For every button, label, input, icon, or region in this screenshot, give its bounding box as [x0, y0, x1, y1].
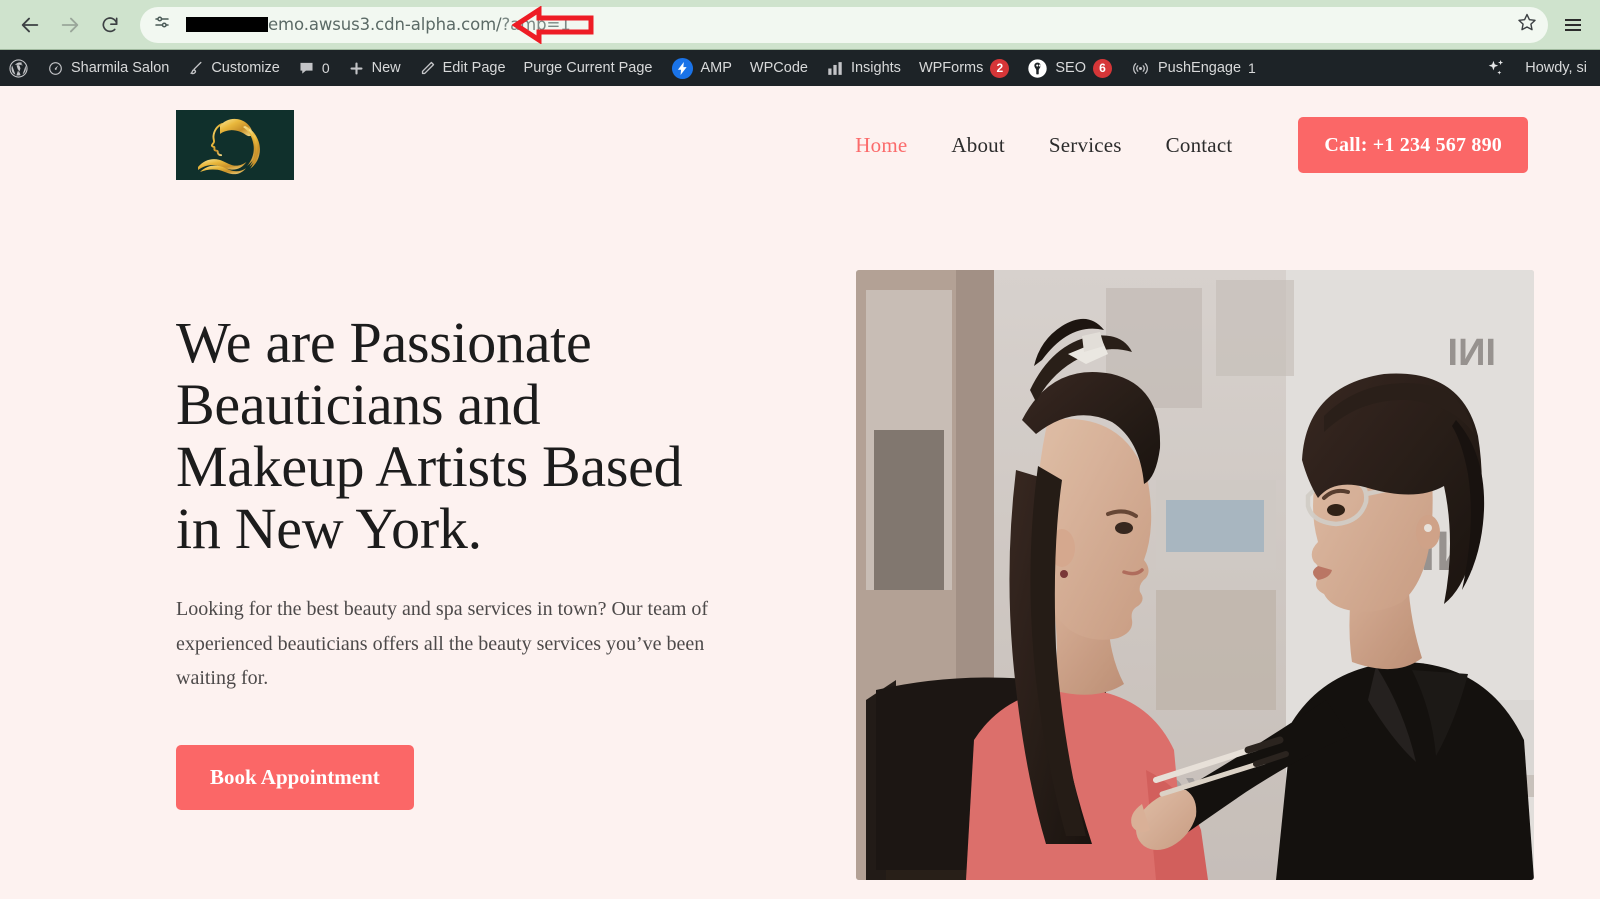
adminbar-item-seo[interactable]: SEO 6	[1018, 50, 1121, 86]
adminbar-label: SEO	[1055, 59, 1086, 76]
howdy-label: Howdy, si	[1525, 60, 1587, 76]
browser-menu-button[interactable]	[1556, 5, 1590, 45]
pencil-icon	[419, 60, 436, 77]
adminbar-item-wordpress[interactable]	[0, 50, 38, 86]
url-host: emo.awsus3.cdn-alpha.com/	[268, 15, 502, 34]
hero-text-column: We are Passionate Beauticians and Makeup…	[176, 270, 796, 811]
reload-button[interactable]	[90, 5, 130, 45]
url-text[interactable]: emo.awsus3.cdn-alpha.com/ ?amp=1	[186, 15, 1508, 34]
adminbar-item-amp[interactable]: AMP	[662, 50, 741, 86]
adminbar-label: AMP	[700, 59, 732, 76]
makeup-artist-photo-icon: INI NIKID ALA YOUR	[856, 270, 1534, 880]
forward-arrow-icon	[59, 14, 81, 36]
adminbar-item-howdy[interactable]: Howdy, si	[1516, 50, 1600, 86]
adminbar-item-site-name[interactable]: Sharmila Salon	[38, 50, 178, 86]
paintbrush-icon	[187, 60, 204, 77]
bookmark-button[interactable]	[1512, 10, 1542, 40]
hero-image-column: INI NIKID ALA YOUR	[856, 270, 1534, 880]
adminbar-label: WPCode	[749, 59, 808, 76]
adminbar-item-pushengage[interactable]: PushEngage 1	[1121, 50, 1265, 86]
site-settings-icon	[153, 13, 171, 36]
url-query: ?amp=1	[501, 15, 571, 34]
adminbar-label: Sharmila Salon	[71, 59, 170, 76]
broadcast-icon	[1130, 59, 1151, 78]
nav-item-services[interactable]: Services	[1027, 133, 1144, 158]
adminbar-label: New	[371, 59, 401, 76]
bar-chart-icon	[826, 60, 844, 77]
sparkles-icon	[1485, 57, 1507, 79]
hero-subtext: Looking for the best beauty and spa serv…	[176, 598, 709, 689]
comment-count: 0	[321, 60, 330, 76]
wordpress-logo-icon	[8, 58, 29, 79]
adminbar-item-ai-assistant[interactable]	[1477, 50, 1516, 86]
browser-menu-icon	[1565, 18, 1581, 31]
book-appointment-button[interactable]: Book Appointment	[176, 745, 414, 811]
adminbar-label: Edit Page	[442, 59, 506, 76]
hero-section: We are Passionate Beauticians and Makeup…	[0, 204, 1600, 880]
plus-icon	[348, 60, 365, 77]
redacted-url-block	[186, 17, 268, 32]
site-info-button[interactable]	[148, 11, 176, 39]
adminbar-item-edit-page[interactable]: Edit Page	[410, 50, 515, 86]
dashboard-icon	[47, 60, 64, 77]
salon-woman-face-logo-icon	[176, 110, 294, 180]
back-arrow-icon	[19, 14, 41, 36]
adminbar-label: Purge Current Page	[523, 59, 653, 76]
amp-lightning-icon	[671, 57, 694, 80]
adminbar-label: Customize	[211, 59, 280, 76]
adminbar-label: PushEngage	[1158, 59, 1242, 76]
forward-button[interactable]	[50, 5, 90, 45]
comment-bubble-icon	[298, 60, 315, 77]
adminbar-item-comments[interactable]: 0	[289, 50, 339, 86]
adminbar-right-group: Howdy, si	[1477, 50, 1600, 86]
wordpress-admin-bar: Sharmila Salon Customize 0 New Edit Page…	[0, 50, 1600, 86]
adminbar-label: WPForms	[918, 59, 984, 76]
aioseo-icon	[1027, 58, 1048, 79]
site-logo[interactable]	[176, 110, 294, 180]
reload-icon	[100, 15, 120, 35]
nav-item-about[interactable]: About	[929, 133, 1027, 158]
address-bar[interactable]: emo.awsus3.cdn-alpha.com/ ?amp=1	[140, 6, 1548, 43]
call-button[interactable]: Call: +1 234 567 890	[1298, 117, 1528, 173]
nav-item-home[interactable]: Home	[833, 133, 929, 158]
back-button[interactable]	[10, 5, 50, 45]
pushengage-count: 1	[1248, 60, 1256, 76]
browser-toolbar: emo.awsus3.cdn-alpha.com/ ?amp=1	[0, 0, 1600, 50]
adminbar-item-purge-cache[interactable]: Purge Current Page	[515, 50, 662, 86]
hero-photo: INI NIKID ALA YOUR	[856, 270, 1534, 880]
hero-heading: We are Passionate Beauticians and Makeup…	[176, 310, 683, 562]
site-header: Home About Services Contact Call: +1 234…	[0, 86, 1600, 204]
wpforms-badge: 2	[990, 58, 1010, 78]
adminbar-label: Insights	[850, 59, 901, 76]
adminbar-item-new[interactable]: New	[339, 50, 410, 86]
bookmark-star-icon	[1517, 12, 1537, 37]
adminbar-item-wpcode[interactable]: WPCode	[741, 50, 817, 86]
adminbar-item-wpforms[interactable]: WPForms 2	[910, 50, 1018, 86]
main-navigation: Home About Services Contact	[833, 133, 1254, 158]
seo-badge: 6	[1093, 58, 1112, 78]
adminbar-item-customize[interactable]: Customize	[178, 50, 289, 86]
nav-item-contact[interactable]: Contact	[1144, 133, 1255, 158]
adminbar-item-insights[interactable]: Insights	[817, 50, 910, 86]
